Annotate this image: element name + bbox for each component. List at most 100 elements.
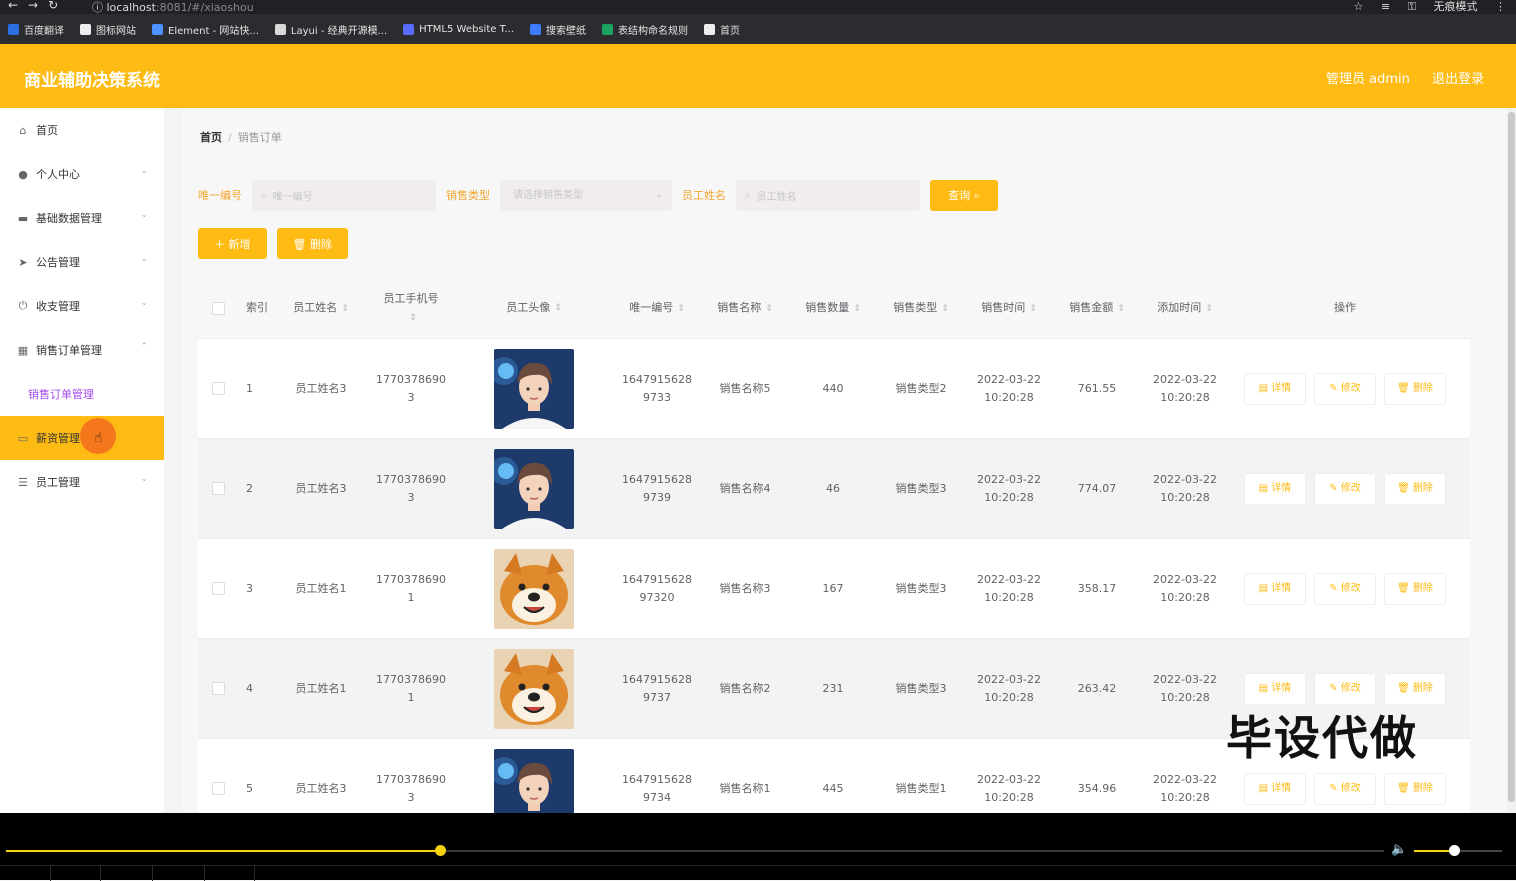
sidebar-item-profile[interactable]: ● 个人中心 ⌄ — [0, 152, 164, 196]
sidebar-item-base-data[interactable]: ▬ 基础数据管理 ⌄ — [0, 196, 164, 240]
bookmark-item[interactable]: 百度翻译 — [8, 22, 64, 37]
delete-button[interactable]: 🗑 删除 — [1384, 372, 1446, 405]
header-type[interactable]: 销售类型 ⇕ — [878, 299, 964, 318]
delete-button[interactable]: 🗑 删除 — [1384, 572, 1446, 605]
browser-nav-buttons[interactable]: ←→↻ — [8, 0, 68, 12]
header-sale-name-label: 销售名称 — [717, 300, 762, 314]
sidebar-item-label: 公告管理 — [36, 256, 80, 269]
cell-phone-line1: 1770378690 — [376, 472, 446, 486]
progress-knob[interactable] — [435, 845, 447, 856]
row-checkbox[interactable] — [211, 682, 225, 695]
cell-index: 5 — [246, 781, 253, 795]
header-sale-name[interactable]: 销售名称 ⇕ — [702, 299, 788, 318]
sidebar-item-notice[interactable]: ➤ 公告管理 ⌄ — [0, 240, 164, 284]
page-scrollbar[interactable] — [1507, 108, 1516, 813]
cell-amount: 358.17 — [1077, 581, 1117, 595]
breadcrumb-home[interactable]: 首页 — [200, 131, 222, 144]
bookmark-item[interactable]: HTML5 Website T... — [403, 23, 514, 35]
code-search-input[interactable]: ⌕ 唯一编号 — [252, 179, 436, 211]
delete-button[interactable]: 🗑 删除 — [1384, 672, 1446, 705]
header-qty[interactable]: 销售数量 ⇕ — [788, 299, 878, 318]
sidebar-item-home[interactable]: ⌂ 首页 — [0, 108, 164, 152]
header-phone[interactable]: 员工手机号 ⇕ — [366, 290, 456, 327]
bookmark-item[interactable]: 搜索壁纸 — [530, 22, 586, 37]
menu-icon: ☰ — [18, 475, 28, 489]
edit-button[interactable]: ✎ 修改 — [1314, 772, 1376, 805]
row-checkbox[interactable] — [211, 582, 225, 595]
volume-track[interactable] — [1414, 845, 1502, 856]
sidebar-subitem-sales-order[interactable]: 销售订单管理 — [0, 372, 164, 416]
header-amount[interactable]: 销售金额 ⇕ — [1054, 299, 1140, 318]
avatar — [494, 648, 574, 729]
sort-icon: ⇕ — [941, 303, 949, 314]
app-header: 商业辅助决策系统 管理员 admin 退出登录 — [0, 44, 1516, 108]
bookmark-icon — [602, 23, 614, 35]
bookmark-label: 图标网站 — [96, 25, 136, 37]
cell-index: 1 — [246, 381, 253, 395]
detail-button[interactable]: ▤ 详情 — [1244, 572, 1306, 605]
row-checkbox[interactable] — [211, 782, 225, 795]
address-bar[interactable]: ⓘ localhost:8081/#/xiaoshou — [92, 0, 254, 15]
bulk-delete-button[interactable]: 🗑 删除 — [276, 228, 348, 259]
cell-phone-line2: 1 — [407, 690, 415, 704]
row-checkbox[interactable] — [211, 482, 225, 495]
cell-phone: 1770378690 1 — [366, 571, 456, 607]
bookmark-item[interactable]: 首页 — [704, 22, 740, 37]
sidebar-item-salary[interactable]: ▭ 薪资管理 ☝ — [0, 416, 164, 460]
header-time[interactable]: 销售时间 ⇕ — [964, 299, 1054, 318]
edit-button[interactable]: ✎ 修改 — [1314, 472, 1376, 505]
logout-link[interactable]: 退出登录 — [1432, 72, 1484, 87]
delete-button[interactable]: 🗑 删除 — [1384, 772, 1446, 805]
star-icon[interactable]: ☆ — [1354, 0, 1364, 13]
reading-list-icon[interactable]: ≡ — [1381, 0, 1390, 13]
query-button[interactable]: 查询 ⌕ — [930, 179, 998, 211]
header-added[interactable]: 添加时间 ⇕ — [1140, 299, 1230, 318]
name-search-input[interactable]: ⌕ 员工姓名 — [736, 179, 920, 211]
detail-button[interactable]: ▤ 详情 — [1244, 772, 1306, 805]
cell-added-time-line2: 10:20:28 — [1160, 490, 1210, 504]
detail-button[interactable]: ▤ 详情 — [1244, 472, 1306, 505]
sidebar-item-sales-order[interactable]: ▦ 销售订单管理 ⌃ — [0, 328, 164, 372]
app-title: 商业辅助决策系统 — [24, 71, 160, 91]
edit-button[interactable]: ✎ 修改 — [1314, 372, 1376, 405]
add-button[interactable]: ＋ 新增 — [198, 228, 267, 259]
cell-avatar — [456, 648, 612, 729]
edit-button[interactable]: ✎ 修改 — [1314, 572, 1376, 605]
bookmark-item[interactable]: 图标网站 — [80, 22, 136, 37]
detail-button[interactable]: ▤ 详情 — [1244, 372, 1306, 405]
header-avatar[interactable]: 员工头像 ⇕ — [456, 299, 612, 317]
row-checkbox[interactable] — [211, 382, 225, 395]
cell-amount: 774.07 — [1077, 481, 1117, 495]
volume-icon[interactable]: 🔈 — [1391, 842, 1407, 857]
incognito-label[interactable]: 无痕模式 — [1434, 0, 1478, 13]
volume-knob[interactable] — [1448, 845, 1460, 856]
delete-button[interactable]: 🗑 删除 — [1384, 472, 1446, 505]
header-time-label: 销售时间 — [981, 300, 1026, 314]
cell-index: 2 — [246, 481, 253, 495]
cell-added-time-line1: 2022-03-22 — [1153, 672, 1217, 686]
type-select[interactable]: 请选择销售类型 ⌄ — [500, 179, 672, 211]
more-icon[interactable]: ⋮ — [1495, 0, 1506, 13]
sidebar-item-label: 个人中心 — [36, 168, 80, 181]
bookmark-item[interactable]: Layui - 经典开源模... — [274, 22, 387, 37]
bookmark-item[interactable]: 表结构命名规则 — [602, 22, 688, 37]
edit-button[interactable]: ✎ 修改 — [1314, 672, 1376, 705]
bookmark-item[interactable]: Element - 网站快... — [152, 22, 259, 37]
sort-icon: ⇕ — [1205, 303, 1213, 314]
scrollbar-thumb[interactable] — [1508, 112, 1515, 802]
cell-phone-line2: 3 — [407, 790, 415, 804]
avatar — [494, 448, 574, 529]
sidebar-item-staff[interactable]: ☰ 员工管理 ⌄ — [0, 460, 164, 504]
key-icon[interactable]: ⚿ — [1408, 0, 1416, 13]
cell-sale-name: 销售名称2 — [719, 681, 771, 695]
header-code[interactable]: 唯一编号 ⇕ — [612, 299, 702, 318]
cell-phone-line2: 1 — [407, 590, 415, 604]
admin-user-label[interactable]: 管理员 admin — [1326, 72, 1410, 87]
select-all-checkbox[interactable] — [211, 301, 225, 315]
sidebar-item-finance[interactable]: ⏻ 收支管理 ⌄ — [0, 284, 164, 328]
table-header: 索引 员工姓名 ⇕ 员工手机号 ⇕ 员工头像 ⇕ 唯一编号 ⇕ 销售名称 ⇕ 销售数量 ⇕ … — [198, 278, 1470, 338]
cell-qty: 445 — [822, 781, 844, 795]
progress-track[interactable] — [6, 845, 1384, 856]
detail-button[interactable]: ▤ 详情 — [1244, 672, 1306, 705]
header-name[interactable]: 员工姓名 ⇕ — [276, 299, 366, 318]
